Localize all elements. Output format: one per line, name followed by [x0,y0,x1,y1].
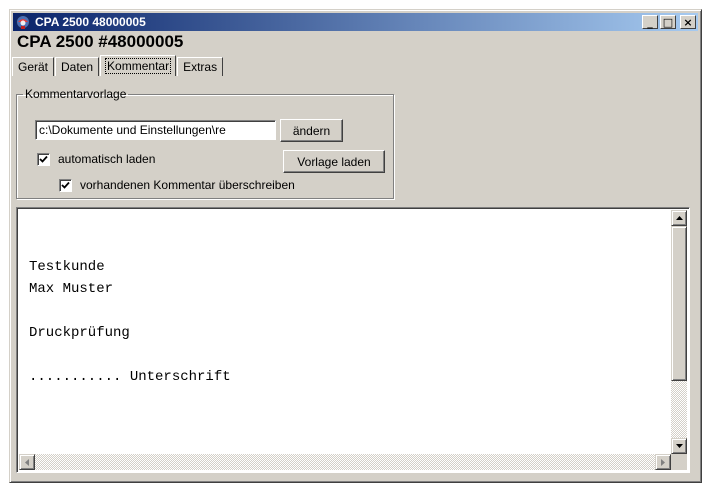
device-heading: CPA 2500 #48000005 [17,32,184,51]
title-bar[interactable]: CPA 2500 48000005 _ □ × [13,13,698,31]
horizontal-scrollbar[interactable] [19,454,671,470]
maximize-button[interactable]: □ [660,15,676,29]
arrow-down-icon [675,444,683,448]
tab-geraet[interactable]: Gerät [12,57,55,76]
arrow-left-icon [25,458,29,466]
app-icon [16,15,30,29]
vertical-scrollbar[interactable] [671,210,687,454]
template-path-input[interactable]: c:\Dokumente und Einstellungen\re [35,120,276,140]
maximize-icon: □ [662,15,674,29]
load-template-button[interactable]: Vorlage laden [283,150,385,173]
scroll-right-button[interactable] [655,454,671,470]
scroll-down-button[interactable] [671,438,687,454]
change-button[interactable]: ändern [280,119,343,142]
template-group-legend: Kommentarvorlage [25,87,127,101]
tab-kommentar[interactable]: Kommentar [100,55,177,76]
vertical-scroll-thumb[interactable] [671,226,687,381]
scroll-up-button[interactable] [671,210,687,226]
checkmark-icon [61,181,70,189]
checkmark-icon [39,155,48,163]
autoload-checkbox-row[interactable]: automatisch laden [37,152,155,166]
minimize-icon: _ [647,15,653,29]
scroll-left-button[interactable] [19,454,35,470]
close-icon: × [683,15,693,29]
minimize-button[interactable]: _ [642,15,658,29]
tab-label: Daten [61,60,94,74]
scrollbar-corner [671,454,687,470]
overwrite-checkbox[interactable] [59,178,72,192]
autoload-checkbox[interactable] [37,152,50,166]
arrow-right-icon [661,458,665,466]
overwrite-checkbox-row[interactable]: vorhandenen Kommentar überschreiben [59,178,295,192]
tab-extras[interactable]: Extras [177,57,224,76]
window-title: CPA 2500 48000005 [35,15,146,29]
tab-label: Kommentar [105,58,172,74]
autoload-label: automatisch laden [58,152,156,166]
arrow-up-icon [675,216,683,220]
close-button[interactable]: × [680,15,696,29]
comment-textarea[interactable]: Testkunde Max Muster Druckprüfung ......… [16,207,690,473]
overwrite-label: vorhandenen Kommentar überschreiben [80,178,295,192]
tab-bar: Gerät Daten Kommentar Extras [12,54,224,76]
tab-label: Extras [183,60,218,74]
comment-text: Testkunde Max Muster Druckprüfung ......… [29,259,231,385]
tab-daten[interactable]: Daten [55,57,100,76]
tab-label: Gerät [18,60,49,74]
